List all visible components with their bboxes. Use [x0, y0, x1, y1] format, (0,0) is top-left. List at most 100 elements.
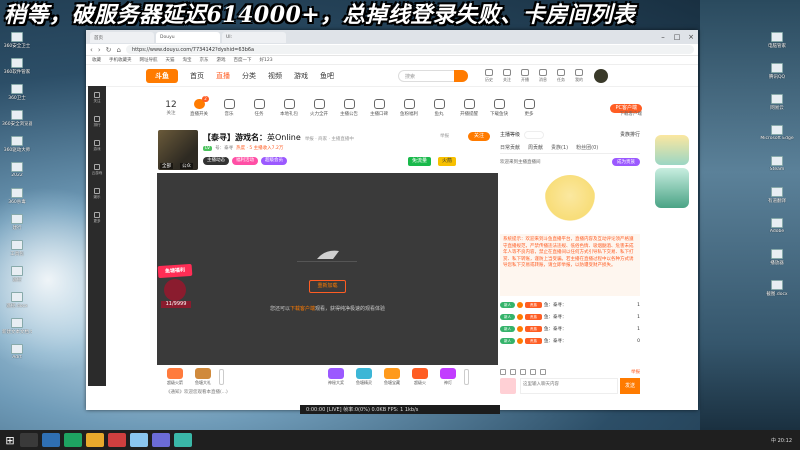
desktop-icon[interactable]: 网易云 — [757, 94, 797, 120]
func-wave[interactable]: 音乐 — [214, 99, 244, 117]
nav-home[interactable]: 首页 — [190, 71, 204, 81]
maximize-icon[interactable]: □ — [670, 33, 684, 41]
desktop-icon[interactable]: Microsoft Edge — [757, 125, 797, 151]
tab-weekly[interactable]: 周贡献 — [528, 144, 543, 151]
video-player[interactable]: 重新加载 您还可以下载客户端观看，获得纯净极速的观看体验 — [157, 173, 498, 365]
tag-streamer-news[interactable]: 主播动态 — [203, 157, 229, 165]
user-nav-开播[interactable]: 开播 — [518, 68, 532, 83]
reload-player-button[interactable]: 重新加载 — [309, 280, 346, 293]
desktop-icon[interactable]: 播放器 — [757, 249, 797, 275]
bookmark-link[interactable]: 收藏 — [92, 57, 101, 63]
tab-ui[interactable]: UI: — [222, 31, 286, 43]
func-task[interactable]: 任务 — [244, 99, 274, 117]
streamer-avatar[interactable]: 全部 公众 — [158, 130, 198, 170]
tag-vip[interactable]: 超级会员 — [261, 157, 287, 165]
tab-fans[interactable]: 粉丝团(0) — [576, 144, 598, 151]
download-client-link[interactable]: 下载客户端 — [290, 306, 315, 312]
windows-start-icon[interactable]: ⊞ — [0, 434, 20, 447]
free-flow-badge[interactable]: 免流量 — [408, 157, 432, 166]
gift-scroll-handle[interactable] — [219, 369, 224, 385]
fans-badge-icon[interactable] — [510, 369, 516, 375]
user-nav-我的[interactable]: 我的 — [572, 68, 586, 83]
desktop-icon[interactable]: 360安全浏览器 — [2, 110, 32, 132]
desktop-icon[interactable]: 360软件管家 — [2, 58, 32, 80]
sidebar-item[interactable]: 关注 — [88, 86, 106, 110]
desktop-icon[interactable]: 工具包 — [2, 240, 32, 262]
nav-live[interactable]: 直播 — [216, 71, 230, 81]
barrage-icon[interactable] — [530, 369, 536, 375]
desktop-icon[interactable]: Adobe — [757, 218, 797, 244]
app-taskbar-icon[interactable] — [108, 433, 126, 447]
app4-taskbar-icon[interactable] — [174, 433, 192, 447]
gift-item[interactable]: 鱼塘宝藏 — [380, 368, 404, 386]
bookmark-link[interactable]: 游戏 — [217, 57, 226, 63]
gift-item[interactable]: 鱼塘精灵 — [352, 368, 376, 386]
desktop-icon[interactable]: Adrt — [2, 344, 32, 366]
func-cone[interactable]: 主播公告 — [334, 99, 364, 117]
sidebar-item[interactable]: 更多 — [88, 206, 106, 230]
browser-taskbar-icon[interactable] — [64, 433, 82, 447]
report-link[interactable]: 举报 — [440, 133, 449, 139]
user-nav-历史[interactable]: 历史 — [482, 68, 496, 83]
tab-noble[interactable]: 贵族(1) — [551, 144, 568, 151]
nav-game[interactable]: 游戏 — [294, 71, 308, 81]
app2-taskbar-icon[interactable] — [130, 433, 148, 447]
app3-taskbar-icon[interactable] — [152, 433, 170, 447]
desktop-icon[interactable]: 2022 — [2, 162, 32, 184]
follow-button[interactable]: 关注 — [468, 132, 490, 141]
promo-widget[interactable]: 鱼塘福利 11/9999 — [157, 263, 194, 313]
func-clock[interactable]: 开播提醒 — [454, 99, 484, 117]
func-shield[interactable]: 鱼丸 — [424, 99, 454, 117]
desktop-icon[interactable]: 新建文本文档.txt — [2, 318, 32, 340]
search-taskbar-icon[interactable] — [20, 433, 38, 447]
user-nav-消息[interactable]: 消息 — [536, 68, 550, 83]
gift-scroll-handle[interactable] — [464, 369, 469, 385]
sidebar-item[interactable]: 娱乐 — [88, 182, 106, 206]
send-button[interactable]: 发送 — [620, 378, 640, 394]
bookmark-link[interactable]: 百度一下 — [234, 57, 252, 63]
bookmark-link[interactable]: 京东 — [200, 57, 209, 63]
bookmark-link[interactable]: 好123 — [260, 57, 273, 63]
nav-video[interactable]: 视频 — [268, 71, 282, 81]
sidebar-item[interactable]: 游戏 — [88, 134, 106, 158]
close-icon[interactable]: × — [684, 33, 698, 41]
side-promo-badges[interactable] — [655, 135, 691, 215]
desktop-icon[interactable]: 360杀毒 — [2, 188, 32, 210]
bookmark-link[interactable]: 手机收藏夹 — [109, 57, 132, 63]
home-icon[interactable]: ⌂ — [117, 46, 121, 54]
desktop-icon[interactable]: 360驱动大师 — [2, 136, 32, 158]
desktop-icon[interactable]: 腾讯QQ — [757, 63, 797, 89]
desktop-icon[interactable]: 遥控 — [2, 266, 32, 288]
tab-daily[interactable]: 日常贡献 — [500, 144, 520, 151]
func-more[interactable]: 更多 — [514, 99, 544, 117]
taskview-icon[interactable] — [42, 433, 60, 447]
user-nav-任务[interactable]: 任务 — [554, 68, 568, 83]
tag-welfare[interactable]: 福利活动 — [232, 157, 258, 165]
tab-douyu[interactable]: Douyu — [156, 31, 220, 43]
color-icon[interactable] — [520, 369, 526, 375]
folder-taskbar-icon[interactable] — [86, 433, 104, 447]
lock-icon[interactable] — [540, 369, 546, 375]
user-avatar[interactable] — [594, 68, 608, 83]
func-gift[interactable]: 本地礼包 — [274, 99, 304, 117]
desktop-icon[interactable]: 360安全卫士 — [2, 32, 32, 54]
desktop-icon[interactable]: 电脑管家 — [757, 32, 797, 58]
nav-yuba[interactable]: 鱼吧 — [320, 71, 334, 81]
bookmark-link[interactable]: 天猫 — [166, 57, 175, 63]
gift-item[interactable]: 超级火 — [408, 368, 432, 386]
become-noble-button[interactable]: 成为贵族 — [612, 158, 640, 166]
desktop-icon[interactable]: 截图.docx — [757, 280, 797, 306]
desktop-icon[interactable]: 建行 — [2, 214, 32, 236]
func-fire[interactable]: 火力全开 — [304, 99, 334, 117]
tab-home[interactable]: 首页 — [90, 31, 154, 43]
back-icon[interactable]: ‹ — [90, 46, 93, 54]
gift-item[interactable]: 超级火箭 — [163, 368, 187, 386]
minimize-icon[interactable]: – — [656, 33, 670, 41]
func-toggle[interactable]: 2 直播开关 — [184, 96, 214, 117]
bookmark-link[interactable]: 淘宝 — [183, 57, 192, 63]
follow-count[interactable]: 12 关注 — [158, 100, 184, 116]
desktop-icon[interactable]: 遥控.docx — [2, 292, 32, 314]
sidebar-item[interactable]: 排行 — [88, 110, 106, 134]
gift-item[interactable]: 鱼塘大礼 — [191, 368, 215, 386]
func-cloud[interactable]: 下载鱼快 — [484, 99, 514, 117]
